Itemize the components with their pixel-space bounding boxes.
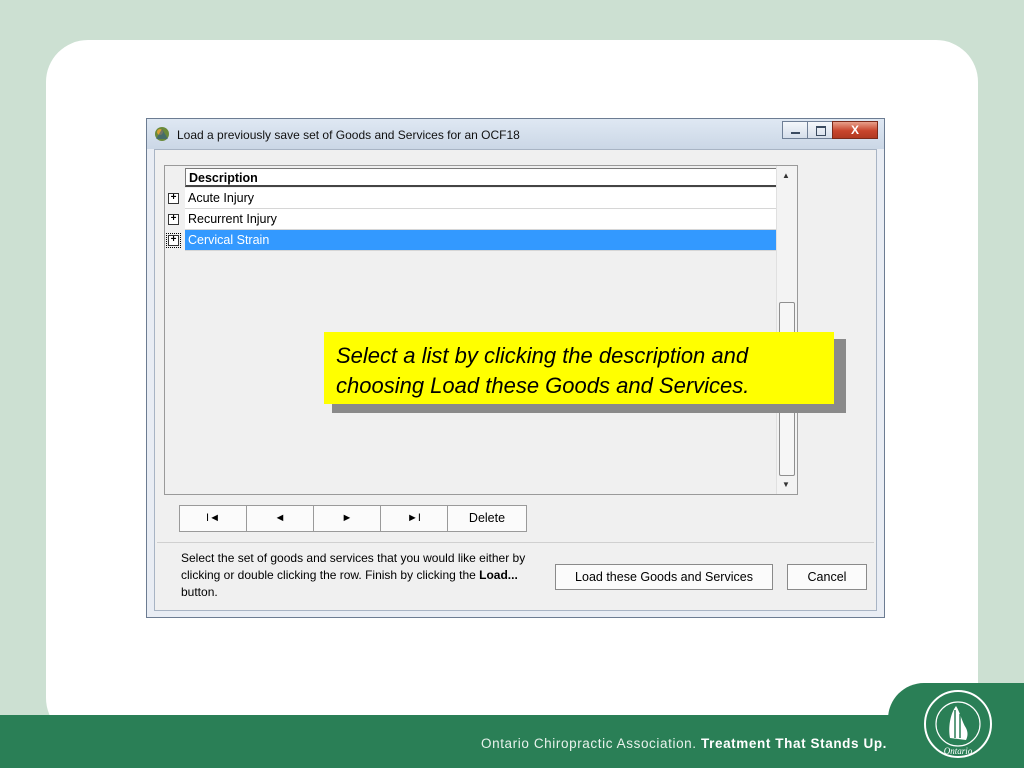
row-description[interactable]: Recurrent Injury: [185, 209, 777, 230]
vertical-scrollbar[interactable]: ▲ ▼: [776, 166, 797, 494]
first-record-button[interactable]: I◄: [179, 505, 247, 532]
divider: [157, 542, 874, 543]
window-title: Load a previously save set of Goods and …: [177, 128, 520, 142]
table-row-selected[interactable]: + Cervical Strain: [165, 230, 777, 251]
next-record-button[interactable]: ►: [313, 505, 381, 532]
record-navigator: I◄ ◄ ► ►I Delete: [179, 505, 527, 532]
help-text-end: button.: [181, 585, 218, 599]
row-description[interactable]: Cervical Strain: [185, 230, 777, 251]
oca-logo: Ontario: [924, 690, 992, 758]
help-text: Select the set of goods and services tha…: [181, 550, 551, 601]
maximize-button[interactable]: [807, 121, 833, 139]
scroll-down-icon[interactable]: ▼: [782, 480, 790, 489]
column-header-description[interactable]: Description: [185, 168, 777, 187]
load-goods-services-button[interactable]: Load these Goods and Services: [555, 564, 773, 590]
help-text-bold: Load...: [479, 568, 518, 582]
title-bar[interactable]: Load a previously save set of Goods and …: [147, 119, 884, 149]
table-row[interactable]: + Acute Injury: [165, 188, 777, 209]
minimize-button[interactable]: [782, 121, 808, 139]
close-button[interactable]: X: [832, 121, 878, 139]
footer-text: Ontario Chiropractic Association. Treatm…: [481, 736, 887, 751]
help-text-start: Select the set of goods and services tha…: [181, 551, 526, 582]
app-icon: [155, 127, 169, 141]
instruction-callout: Select a list by clicking the descriptio…: [324, 332, 834, 404]
close-icon: X: [850, 123, 859, 137]
expand-icon[interactable]: +: [168, 193, 179, 204]
previous-record-button[interactable]: ◄: [246, 505, 314, 532]
expand-icon[interactable]: +: [166, 233, 181, 248]
last-record-button[interactable]: ►I: [380, 505, 448, 532]
scroll-up-icon[interactable]: ▲: [782, 171, 790, 180]
cancel-button[interactable]: Cancel: [787, 564, 867, 590]
footer-tagline: Treatment That Stands Up.: [701, 736, 888, 751]
logo-ring-text: Ontario: [944, 746, 973, 756]
footer-org-name: Ontario Chiropractic Association.: [481, 736, 697, 751]
goods-services-grid[interactable]: Description + Acute Injury + Recurrent I…: [164, 165, 798, 495]
expand-icon[interactable]: +: [168, 214, 179, 225]
window-controls: X: [782, 121, 878, 141]
delete-button[interactable]: Delete: [447, 505, 527, 532]
table-row[interactable]: + Recurrent Injury: [165, 209, 777, 230]
row-description[interactable]: Acute Injury: [185, 188, 777, 209]
